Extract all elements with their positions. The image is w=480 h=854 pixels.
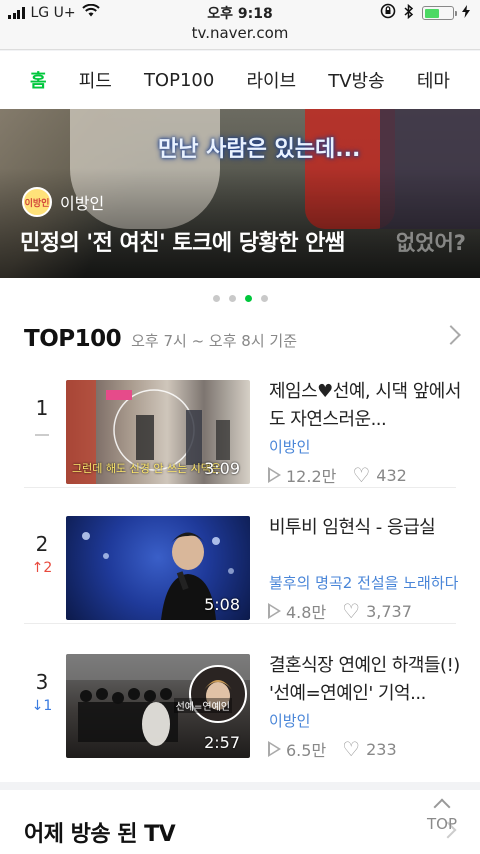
play-count-icon: [268, 603, 281, 619]
tab-live[interactable]: 라이브: [246, 67, 296, 93]
video-stats: 12.2만 ♡ 432: [268, 463, 465, 487]
video-stats: 6.5만 ♡ 233: [268, 737, 465, 761]
bluetooth-icon: [404, 3, 414, 23]
tab-top100[interactable]: TOP100: [144, 70, 214, 91]
video-info: 비투비 임현식 - 응급실 불후의 명곡2 전설을 노래하다 4.8만 ♡ 3,…: [268, 514, 465, 623]
heart-icon: ♡: [352, 463, 371, 487]
view-count: 6.5만: [286, 741, 327, 760]
rank-number: 2: [35, 532, 49, 556]
battery-icon: [422, 6, 457, 20]
chevron-up-icon: [433, 798, 451, 816]
thumb-caption: 선예=연예인: [173, 698, 232, 713]
scroll-top-label: TOP: [426, 815, 457, 833]
video-stats: 4.8만 ♡ 3,737: [268, 599, 465, 623]
heart-icon: ♡: [342, 737, 361, 761]
video-source[interactable]: 이방인: [269, 710, 465, 731]
video-duration: 5:08: [204, 595, 240, 614]
view-count: 12.2만: [286, 467, 337, 486]
hero-headline[interactable]: 민정의 '전 여친' 토크에 당황한 안쌤: [20, 225, 345, 257]
video-thumbnail[interactable]: 그런데 해도 신경 안 쓰는 시댁은 3:09: [66, 380, 250, 484]
top100-header: TOP100 오후 7시 ~ 오후 8시 기준: [24, 326, 297, 352]
tab-feed[interactable]: 피드: [79, 67, 112, 93]
video-title[interactable]: 결혼식장 연예인 하객들(!) '선예=연예인' 기억...: [269, 652, 465, 708]
main-nav: 홈 피드 TOP100 라이브 TV방송 테마: [0, 51, 480, 109]
url-text[interactable]: tv.naver.com: [192, 24, 289, 42]
channel-logo: 이방인: [22, 187, 52, 217]
status-right: [380, 3, 470, 23]
video-thumbnail[interactable]: 5:08: [66, 516, 250, 620]
heart-icon: ♡: [342, 599, 361, 623]
video-duration: 2:57: [204, 733, 240, 752]
list-item[interactable]: 3 ↓1 선예=연예인 2:57 결혼식장 연예인 하객들(!) '선예=연예인…: [0, 636, 480, 762]
list-item[interactable]: 1 그런데 해도 신경 안 쓰는 시댁은 3:09 제임스♥선예, 시댁 앞에서…: [0, 362, 480, 488]
video-info: 제임스♥선예, 시댁 앞에서도 자연스러운... 이방인 12.2만 ♡ 432: [268, 378, 465, 487]
top100-subtitle: 오후 7시 ~ 오후 8시 기준: [131, 332, 298, 350]
divider: [24, 623, 456, 624]
top100-section: TOP100 오후 7시 ~ 오후 8시 기준 1 그런데 해도 신경 안 쓰는…: [0, 318, 480, 782]
address-bar[interactable]: tv.naver.com: [0, 24, 480, 50]
carousel-indicator: [0, 278, 480, 318]
rank-change-none: [22, 434, 62, 436]
view-count: 4.8만: [286, 603, 327, 622]
video-source[interactable]: 불후의 명곡2 전설을 노래하다: [269, 572, 465, 593]
yesterday-tv-section: 어제 방송 된 TV: [0, 790, 480, 854]
video-thumbnail[interactable]: 선예=연예인 2:57: [66, 654, 250, 758]
hero-shade: [0, 168, 480, 278]
carousel-dot[interactable]: [228, 294, 236, 302]
divider: [24, 487, 456, 488]
carousel-dot-active[interactable]: [244, 294, 252, 302]
rotation-lock-icon: [380, 3, 396, 23]
charging-icon: [462, 4, 470, 22]
video-title[interactable]: 비투비 임현식 - 응급실: [269, 514, 465, 570]
like-count: 233: [366, 739, 397, 759]
hero-channel[interactable]: 이방인 이방인: [22, 187, 104, 217]
hero-overlay-caption: 만난 사람은 있는데...: [158, 137, 361, 162]
thumb-caption: 그런데 해도 신경 안 쓰는 시댁은: [72, 462, 222, 475]
video-source[interactable]: 이방인: [269, 436, 465, 457]
video-duration: 3:09: [204, 459, 240, 478]
hero-banner[interactable]: 만난 사람은 있는데... 없었어? 이방인 이방인 민정의 '전 여친' 토크…: [0, 109, 480, 278]
rank-change-down: ↓1: [31, 698, 53, 714]
list-item[interactable]: 2 ↑2 5:08 비투비 임현식 - 응급실 불후의 명곡2 전설을 노래하다…: [0, 498, 480, 624]
hero-background-text: 없었어?: [395, 231, 466, 255]
carousel-dot[interactable]: [260, 294, 268, 302]
like-count: 432: [376, 465, 407, 485]
scroll-top-button[interactable]: TOP: [420, 795, 464, 833]
tab-home[interactable]: 홈: [30, 67, 47, 93]
like-count: 3,737: [366, 601, 412, 621]
rank-number: 1: [35, 396, 49, 420]
play-count-icon: [268, 467, 281, 483]
rank-change-up: ↑2: [31, 560, 53, 576]
section-title[interactable]: 어제 방송 된 TV: [24, 816, 176, 848]
chevron-right-icon[interactable]: [441, 325, 461, 345]
video-info: 결혼식장 연예인 하객들(!) '선예=연예인' 기억... 이방인 6.5만 …: [268, 652, 465, 761]
hero-channel-name: 이방인: [60, 194, 105, 213]
status-bar: LG U+ 오후 9:18: [0, 0, 480, 24]
tab-tv-broadcast[interactable]: TV방송: [328, 67, 384, 93]
rank-number: 3: [35, 670, 49, 694]
top100-title[interactable]: TOP100: [24, 326, 122, 352]
carousel-dot[interactable]: [212, 294, 220, 302]
tab-theme[interactable]: 테마: [417, 67, 450, 93]
play-count-icon: [268, 741, 281, 757]
video-title[interactable]: 제임스♥선예, 시댁 앞에서도 자연스러운...: [269, 378, 465, 434]
